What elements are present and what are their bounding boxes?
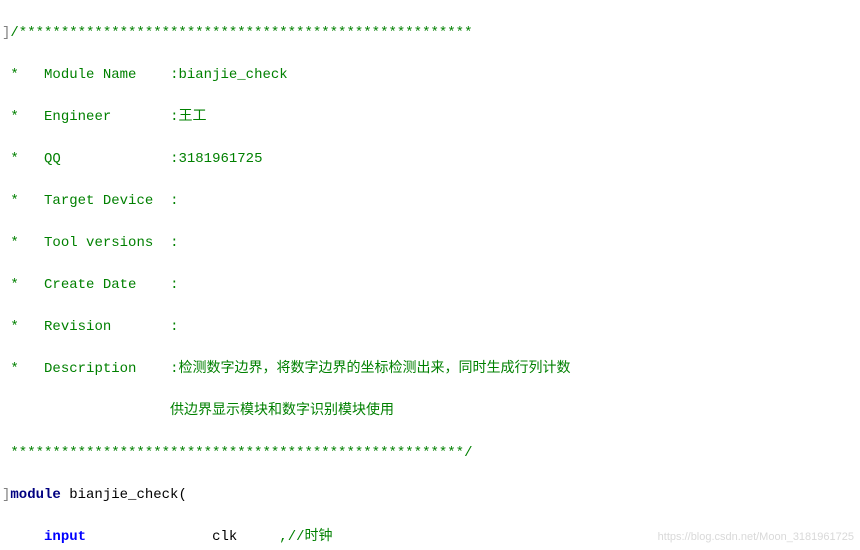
comment-star: * — [10, 361, 18, 377]
hdr-val: :王工 — [170, 109, 206, 125]
hdr-key: Engineer — [44, 109, 111, 125]
comment-line: * Create Date : — [2, 275, 860, 296]
comment-line: ****************************************… — [2, 443, 860, 464]
comment-star: * — [10, 109, 18, 125]
hdr-key: Revision — [44, 319, 111, 335]
comment-line: * Engineer :王工 — [2, 107, 860, 128]
hdr-key: Create Date — [44, 277, 136, 293]
comment-line: ]/**************************************… — [2, 23, 860, 44]
module-name: bianjie_check( — [61, 487, 187, 503]
hdr-key: Description — [44, 361, 136, 377]
comment-star: * — [10, 277, 18, 293]
comment-line: * Description :检测数字边界，将数字边界的坐标检测出来，同时生成行… — [2, 359, 860, 380]
comment-star: * — [10, 235, 18, 251]
module-decl: ]module bianjie_check( — [2, 485, 860, 506]
comment-line: * Module Name :bianjie_check — [2, 65, 860, 86]
hdr-val: :3181961725 — [170, 151, 262, 167]
hdr-key: Tool versions — [44, 235, 153, 251]
comment-line: 供边界显示模块和数字识别模块使用 — [2, 401, 860, 422]
hdr-val: : — [170, 193, 178, 209]
comment-star: * — [10, 193, 18, 209]
watermark: https://blog.csdn.net/Moon_3181961725 — [658, 527, 854, 548]
code-editor: ]/**************************************… — [0, 0, 860, 550]
comment-star: * — [10, 67, 18, 83]
hdr-key: Module Name — [44, 67, 136, 83]
line-comment: ,//时钟 — [279, 529, 332, 545]
hdr-key: QQ — [44, 151, 61, 167]
comment-line: * Tool versions : — [2, 233, 860, 254]
comment-line: * Revision : — [2, 317, 860, 338]
hdr-val: : — [170, 319, 178, 335]
comment-star: * — [10, 319, 18, 335]
signal: clk — [212, 529, 237, 545]
comment-line: * QQ :3181961725 — [2, 149, 860, 170]
hdr-val: 供边界显示模块和数字识别模块使用 — [170, 403, 394, 419]
hdr-val: :bianjie_check — [170, 67, 288, 83]
hdr-val: : — [170, 235, 178, 251]
comment-star: * — [10, 151, 18, 167]
comment-line: * Target Device : — [2, 191, 860, 212]
hdr-val: :检测数字边界，将数字边界的坐标检测出来，同时生成行列计数 — [170, 361, 570, 377]
hdr-val: : — [170, 277, 178, 293]
keyword-module: module — [10, 487, 60, 503]
comment-text: /***************************************… — [10, 25, 472, 41]
comment-text: ****************************************… — [10, 445, 472, 461]
hdr-key: Target Device — [44, 193, 153, 209]
keyword-input: input — [44, 529, 86, 545]
